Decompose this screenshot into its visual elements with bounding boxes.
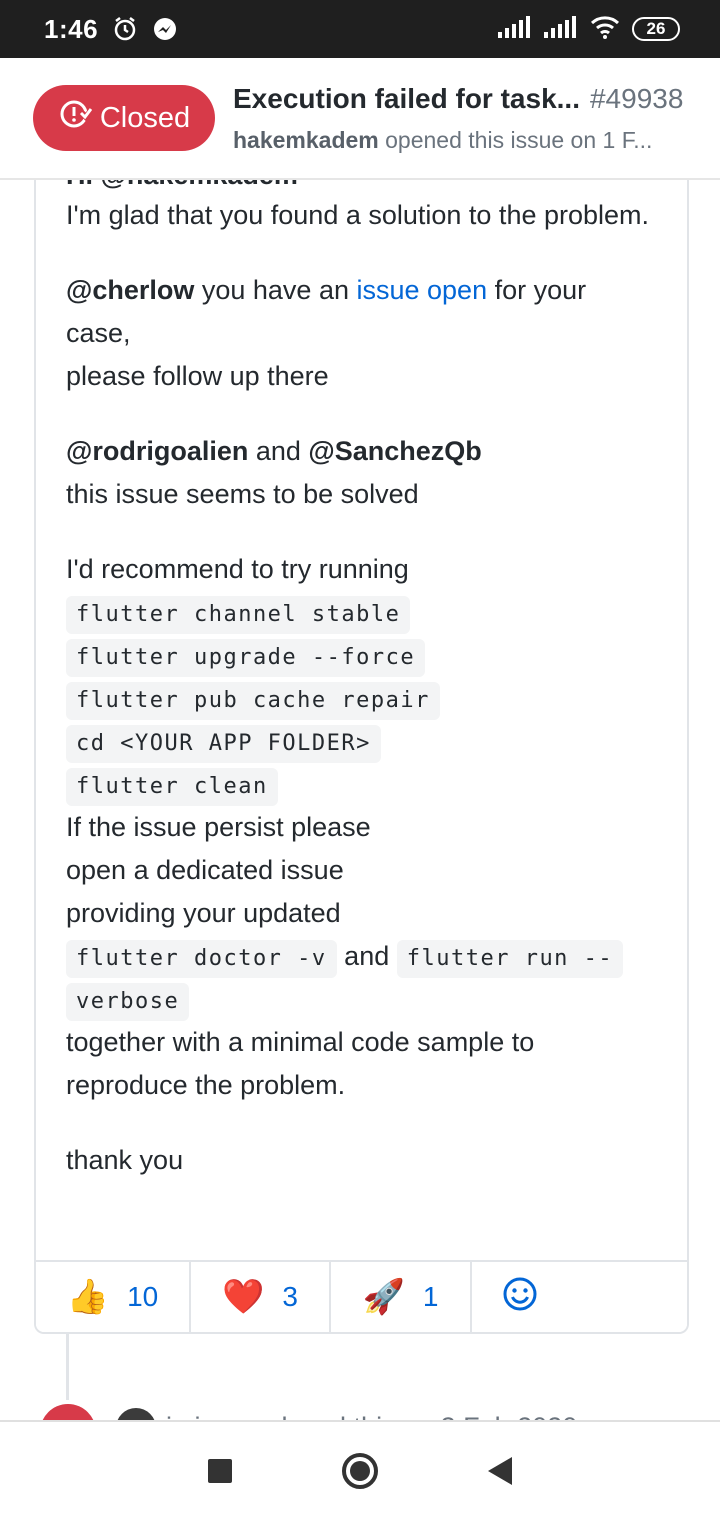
reaction-rocket[interactable]: 🚀 1: [331, 1262, 472, 1332]
code-line: flutter channel stable: [66, 591, 657, 634]
p3-and: and: [248, 436, 309, 466]
reaction-count: 1: [422, 1281, 439, 1312]
comment-paragraph-2: @cherlow you have an issue open for your…: [66, 269, 657, 398]
status-bar: 1:46 26: [0, 0, 720, 58]
mention-rodrigoalien[interactable]: @rodrigoalien: [66, 436, 248, 466]
reaction-heart[interactable]: ❤️ 3: [191, 1262, 331, 1332]
issue-closed-icon: [58, 97, 95, 139]
p3-line2: this issue seems to be solved: [66, 479, 419, 509]
comment-greeting: Hi @hakemkadem: [66, 180, 298, 194]
reactions-bar: 👍 10 ❤️ 3 🚀 1: [36, 1260, 687, 1332]
comment-paragraph-3: @rodrigoalien and @SanchezQb this issue …: [66, 430, 657, 516]
rocket-icon: 🚀: [362, 1278, 405, 1316]
back-button[interactable]: [488, 1457, 512, 1485]
issue-author-link[interactable]: hakemkadem: [233, 127, 379, 153]
inline-code: flutter clean: [66, 768, 278, 806]
comment-card: Hi @hakemkadem I'm glad that you found a…: [34, 180, 689, 1334]
add-reaction-button[interactable]: [472, 1262, 568, 1332]
reaction-count: 3: [282, 1281, 298, 1312]
heart-icon: ❤️: [222, 1278, 265, 1316]
p4-reproduce: reproduce the problem.: [66, 1070, 346, 1100]
avatar[interactable]: [116, 1408, 156, 1420]
alarm-icon: [112, 16, 138, 42]
issue-open-link[interactable]: issue open: [356, 275, 487, 305]
p4-providing: providing your updated: [66, 898, 341, 928]
signal-icon: [498, 15, 532, 43]
code-line: flutter pub cache repair: [66, 677, 657, 720]
issue-opened-text: opened this issue on 1 F...: [385, 126, 653, 153]
timeline-event-text: jmjmo... closed this on 3 Feb 2020: [166, 1412, 577, 1420]
issue-title: Execution failed for task...: [233, 82, 580, 114]
inline-code: flutter channel stable: [66, 596, 411, 634]
inline-code: flutter upgrade --force: [66, 639, 426, 677]
inline-code: flutter doctor -v: [66, 940, 337, 978]
reaction-count: 10: [127, 1281, 159, 1312]
messenger-icon: [152, 16, 178, 42]
issue-header: Closed Execution failed for task... #499…: [0, 58, 720, 180]
p4-persist: If the issue persist please: [66, 812, 371, 842]
closed-label: Closed: [99, 101, 191, 134]
code-line: flutter upgrade --force: [66, 634, 657, 677]
home-button[interactable]: [342, 1453, 378, 1489]
p4-open: open a dedicated issue: [66, 855, 344, 885]
add-reaction-icon: [502, 1276, 538, 1319]
code-line: flutter doctor -v and flutter run --: [66, 935, 657, 978]
inline-code: verbose: [66, 983, 190, 1021]
code-line: cd <YOUR APP FOLDER>: [66, 720, 657, 763]
p2-text: you have an: [194, 275, 357, 305]
timeline-connector: [66, 1334, 69, 1400]
p4-together: together with a minimal code sample to: [66, 1027, 535, 1057]
comment-body: Hi @hakemkadem I'm glad that you found a…: [36, 180, 687, 1182]
p2-line2: please follow up there: [66, 361, 329, 391]
inline-code: flutter run --: [396, 940, 624, 978]
comment-paragraph-5: thank you: [66, 1145, 184, 1175]
comment-paragraph-4: I'd recommend to try running flutter cha…: [66, 548, 657, 1107]
thumbs-up-icon: 👍: [66, 1278, 110, 1316]
reaction-thumbs-up[interactable]: 👍 10: [36, 1262, 191, 1332]
comment-paragraph-1: I'm glad that you found a solution to th…: [66, 200, 650, 230]
p4-and: and: [336, 941, 397, 971]
battery-icon: 26: [632, 17, 680, 41]
issue-subtitle: hakemkadem opened this issue on 1 F...: [233, 127, 693, 154]
closed-status-badge: Closed: [33, 85, 215, 151]
status-time: 1:46: [44, 13, 99, 44]
code-line: flutter clean: [66, 763, 657, 806]
code-line: verbose: [66, 978, 657, 1021]
issue-number: #49938: [589, 82, 684, 114]
inline-code: flutter pub cache repair: [66, 682, 440, 720]
p4-intro: I'd recommend to try running: [66, 554, 409, 584]
signal-icon-2: [544, 15, 578, 43]
system-nav-bar: [0, 1420, 720, 1520]
closed-event-icon: [40, 1404, 96, 1420]
mention-sanchezqb[interactable]: @SanchezQb: [308, 436, 481, 466]
inline-code: cd <YOUR APP FOLDER>: [66, 725, 381, 763]
timeline-event-peek: jmjmo... closed this on 3 Feb 2020: [0, 1398, 720, 1420]
recents-button[interactable]: [208, 1459, 232, 1483]
wifi-icon: [590, 15, 620, 44]
comment-greeting-cut: Hi @hakemkadem: [66, 180, 657, 194]
mention-cherlow[interactable]: @cherlow: [66, 275, 194, 305]
